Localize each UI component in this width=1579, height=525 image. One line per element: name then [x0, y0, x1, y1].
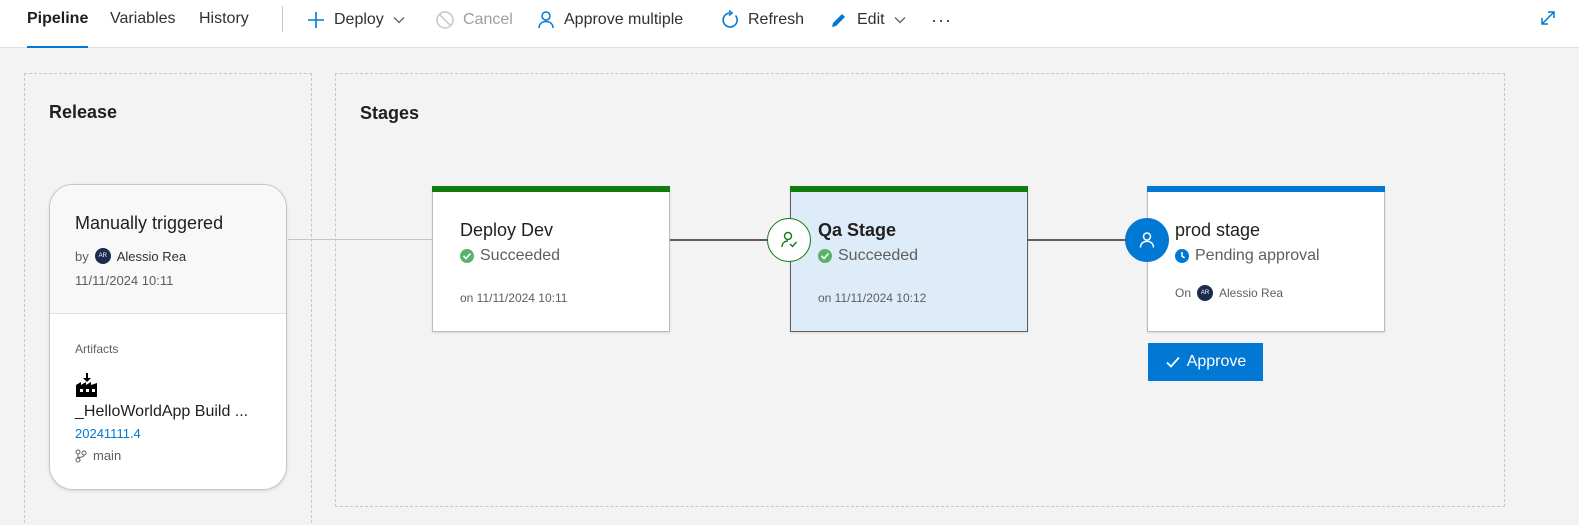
stages-heading: Stages — [360, 103, 420, 123]
avatar: AR — [1197, 285, 1214, 301]
avatar: AR — [94, 248, 111, 264]
tab-pipeline[interactable]: Pipeline — [27, 10, 89, 48]
stage-status-bar — [432, 186, 670, 192]
person-icon — [1139, 232, 1155, 248]
stage-name: prod stage — [1175, 220, 1261, 240]
artifact-version-link[interactable]: 20241111.4 — [75, 426, 141, 441]
artifact-branch: main — [75, 448, 121, 463]
stage-status: Succeeded — [460, 247, 560, 265]
edit-label: Edit — [857, 11, 885, 28]
artifacts-label: Artifacts — [75, 342, 119, 356]
cancel-button[interactable]: Cancel — [435, 8, 513, 32]
stage-status: Pending approval — [1175, 247, 1320, 265]
chevron-down-icon — [393, 17, 405, 24]
stage-status-text: Succeeded — [838, 247, 919, 264]
approve-button[interactable]: Approve — [1148, 343, 1263, 381]
stage-status-bar — [790, 186, 1028, 192]
expand-button[interactable] — [1539, 9, 1557, 32]
more-actions-button[interactable]: ··· — [931, 8, 952, 32]
chevron-down-icon — [894, 17, 906, 24]
refresh-button[interactable]: Refresh — [720, 8, 804, 32]
stage-card-deploy-dev[interactable]: Deploy Dev Succeeded on 11/11/2024 10:11 — [432, 186, 670, 332]
tab-history[interactable]: History — [199, 10, 249, 48]
cancel-label: Cancel — [463, 11, 513, 28]
pencil-icon — [832, 14, 845, 27]
branch-icon — [75, 449, 87, 462]
build-artifact-icon — [75, 373, 99, 402]
release-card[interactable]: Manually triggered by AR Alessio Rea 11/… — [49, 184, 287, 490]
refresh-label: Refresh — [748, 11, 805, 28]
stage-status: Succeeded — [818, 247, 918, 265]
person-approved-icon — [781, 231, 798, 248]
cancel-icon — [436, 11, 454, 29]
deploy-button[interactable]: Deploy — [306, 8, 406, 32]
approve-multiple-label: Approve multiple — [564, 11, 684, 28]
approver-name: Alessio Rea — [1219, 286, 1284, 300]
release-date: 11/11/2024 10:11 — [75, 273, 174, 288]
branch-name: main — [93, 448, 122, 463]
edit-button[interactable]: Edit — [829, 8, 907, 32]
pending-approval-button[interactable] — [1125, 218, 1169, 262]
trigger-text: Manually triggered — [75, 213, 224, 233]
stage-name: Qa Stage — [818, 220, 897, 240]
tab-variables[interactable]: Variables — [110, 10, 176, 48]
artifact-name[interactable]: _HelloWorldApp Build ... — [75, 403, 248, 421]
success-icon — [818, 249, 832, 263]
release-author: by AR Alessio Rea — [75, 248, 186, 264]
stage-status-text: Pending approval — [1195, 247, 1320, 264]
approved-pre-deployment-button[interactable] — [767, 218, 811, 262]
clock-icon — [1175, 249, 1189, 263]
stage-card-qa-stage[interactable]: Qa Stage Succeeded on 11/11/2024 10:12 — [790, 186, 1028, 332]
deploy-label: Deploy — [334, 11, 384, 28]
stage-date: on 11/11/2024 10:11 — [460, 291, 568, 305]
stage-name: Deploy Dev — [460, 220, 554, 240]
approve-label: Approve — [1186, 353, 1247, 370]
expand-icon — [1541, 11, 1555, 25]
stage-card-prod-stage[interactable]: prod stage Pending approval On AR Alessi… — [1147, 186, 1385, 332]
plus-icon — [308, 12, 324, 28]
toolbar-divider — [282, 6, 283, 32]
release-heading: Release — [49, 102, 118, 122]
on-label: On — [1175, 286, 1192, 300]
success-icon — [460, 249, 474, 263]
by-label: by — [75, 248, 89, 264]
approve-multiple-button[interactable]: Approve multiple — [536, 8, 683, 32]
toolbar: Pipeline Variables History Deploy Cancel… — [0, 0, 1579, 48]
stage-status-text: Succeeded — [480, 247, 561, 264]
stage-status-bar — [1147, 186, 1385, 192]
refresh-icon — [722, 10, 738, 28]
stage-date: on 11/11/2024 10:12 — [818, 291, 927, 305]
approver-info: On AR Alessio Rea — [1175, 285, 1283, 301]
author-name: Alessio Rea — [116, 248, 187, 264]
checkmark-icon — [1166, 356, 1180, 368]
person-icon — [538, 11, 554, 29]
